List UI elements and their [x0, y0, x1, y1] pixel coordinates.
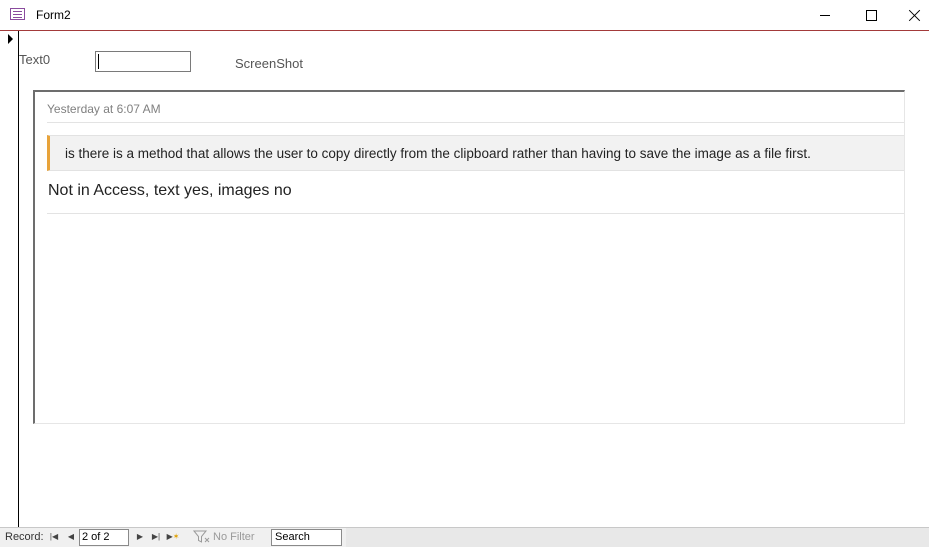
- form-icon: [10, 8, 25, 20]
- divider: [47, 213, 904, 214]
- horizontal-scrollbar[interactable]: [346, 528, 929, 547]
- text0-input[interactable]: [95, 51, 191, 72]
- divider: [47, 122, 904, 123]
- title-bar: Form2: [0, 0, 929, 31]
- minimize-icon: [820, 14, 830, 16]
- next-record-icon[interactable]: ▶: [135, 531, 145, 543]
- screenshot-label: ScreenShot: [235, 56, 303, 71]
- reply-text: Not in Access, text yes, images no: [48, 182, 292, 199]
- record-label: Record:: [5, 531, 44, 543]
- last-record-icon[interactable]: ▶|: [151, 531, 161, 543]
- window-title: Form2: [36, 8, 71, 22]
- new-record-icon[interactable]: ▶✶: [165, 531, 181, 543]
- first-record-icon[interactable]: |◀: [49, 531, 59, 543]
- search-input[interactable]: Search: [271, 529, 342, 546]
- current-record-arrow-icon: [8, 34, 13, 44]
- no-filter-label[interactable]: No Filter: [213, 531, 255, 543]
- text-caret: [98, 54, 99, 69]
- search-label: Search: [275, 531, 310, 543]
- record-position: 2 of 2: [82, 531, 110, 543]
- maximize-icon: [865, 9, 877, 21]
- record-navigation-bar: Record: |◀ ◀ 2 of 2 ▶ ▶| ▶✶ No Filter Se…: [0, 527, 929, 547]
- filter-icon[interactable]: [193, 530, 211, 544]
- minimize-button[interactable]: [802, 0, 848, 30]
- close-button[interactable]: [892, 0, 929, 30]
- current-record-input[interactable]: 2 of 2: [79, 529, 129, 546]
- close-icon: [909, 9, 921, 21]
- record-selector[interactable]: [0, 31, 19, 527]
- previous-record-icon[interactable]: ◀: [66, 531, 76, 543]
- post-timestamp: Yesterday at 6:07 AM: [47, 102, 161, 116]
- screenshot-image-control[interactable]: Yesterday at 6:07 AM is there is a metho…: [33, 90, 905, 424]
- maximize-button[interactable]: [848, 0, 894, 30]
- quote-block: is there is a method that allows the use…: [47, 135, 904, 171]
- quote-text: is there is a method that allows the use…: [65, 146, 811, 161]
- text0-label: Text0: [19, 52, 51, 67]
